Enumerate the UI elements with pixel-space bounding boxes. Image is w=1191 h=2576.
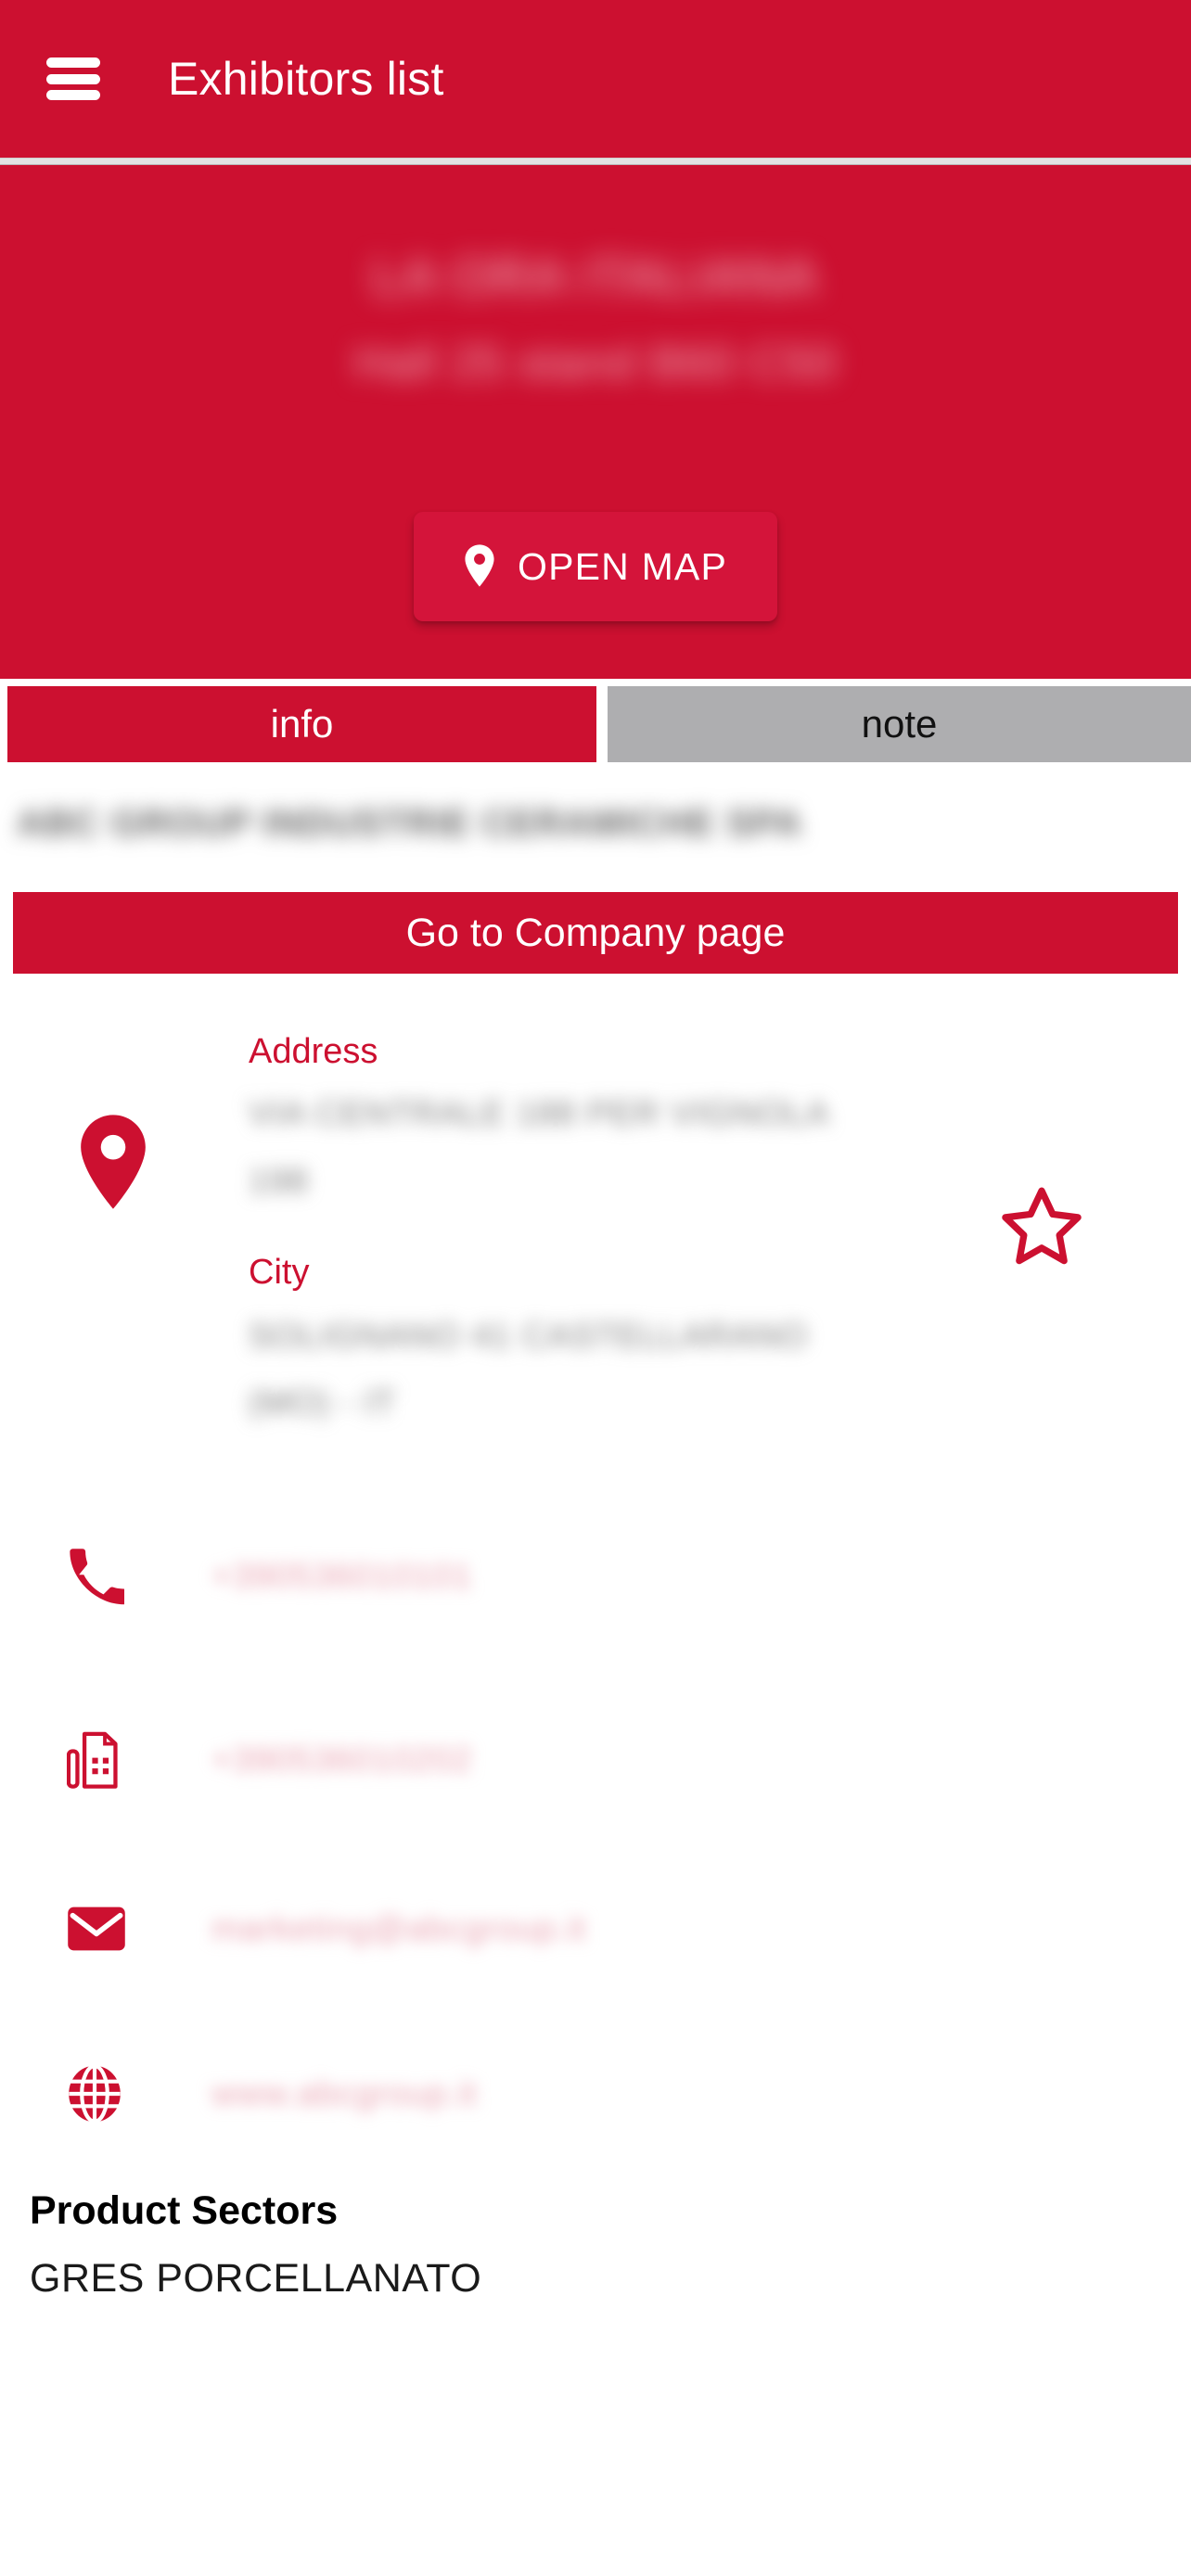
hamburger-bar-1 xyxy=(46,57,100,68)
company-name: ABC GROUP INDUSTRIE CERAMICHE SPA xyxy=(17,803,803,844)
phone-value: +390536010101 xyxy=(211,1557,473,1595)
email-value: marketing@abcgroup.it xyxy=(211,1909,587,1947)
open-map-label: OPEN MAP xyxy=(517,544,728,588)
page-title: Exhibitors list xyxy=(168,53,444,105)
product-sectors-title: Product Sectors xyxy=(30,2188,339,2233)
exhibitor-stand-info: Hall 25 stand B60 C50 xyxy=(353,337,838,389)
tab-note[interactable]: note xyxy=(608,686,1191,762)
contact-row-fax[interactable]: +390536010202 xyxy=(0,1714,1191,1806)
hamburger-bar-2 xyxy=(46,73,100,84)
app-bar: Exhibitors list xyxy=(0,0,1191,158)
exhibitor-detail-page: Exhibitors list LA ORA ITALIANA Hall 25 … xyxy=(0,0,1191,2576)
address-label: Address xyxy=(249,1032,378,1071)
contact-row-website[interactable]: www.abcgroup.it xyxy=(0,2047,1191,2140)
website-value: www.abcgroup.it xyxy=(211,2074,478,2112)
fax-icon xyxy=(67,1730,156,1790)
open-map-button[interactable]: OPEN MAP xyxy=(414,512,777,621)
open-map-container: OPEN MAP xyxy=(0,512,1191,621)
map-pin-icon xyxy=(464,543,495,590)
map-pin-icon xyxy=(78,1113,148,1216)
hero-banner: LA ORA ITALIANA Hall 25 stand B60 C50 OP… xyxy=(0,165,1191,679)
tab-bar: info note xyxy=(0,686,1191,762)
address-line-1: VIA CENTRALE 188 PER VIGNOLA xyxy=(249,1094,830,1132)
phone-icon xyxy=(67,1548,156,1605)
fax-value: +390536010202 xyxy=(211,1741,473,1779)
tab-info[interactable]: info xyxy=(7,686,596,762)
hamburger-bar-3 xyxy=(46,90,100,100)
address-line-2: 198 xyxy=(249,1162,309,1200)
city-line-1: SOLIGNANO 41 CASTELLARANO xyxy=(249,1317,808,1355)
hamburger-menu-icon[interactable] xyxy=(46,57,100,100)
globe-icon xyxy=(67,2064,156,2123)
product-sector-item: GRES PORCELLANATO xyxy=(30,2256,482,2301)
favorite-star-icon[interactable] xyxy=(998,1185,1085,1275)
exhibitor-name: LA ORA ITALIANA xyxy=(372,248,819,305)
go-to-company-page-button[interactable]: Go to Company page xyxy=(13,892,1178,974)
contact-row-email[interactable]: marketing@abcgroup.it xyxy=(0,1882,1191,1975)
contact-row-phone[interactable]: +390536010101 xyxy=(0,1530,1191,1623)
appbar-divider xyxy=(0,158,1191,165)
city-label: City xyxy=(249,1253,310,1292)
city-line-2: (MO) - IT xyxy=(249,1384,397,1422)
email-icon xyxy=(67,1906,156,1952)
